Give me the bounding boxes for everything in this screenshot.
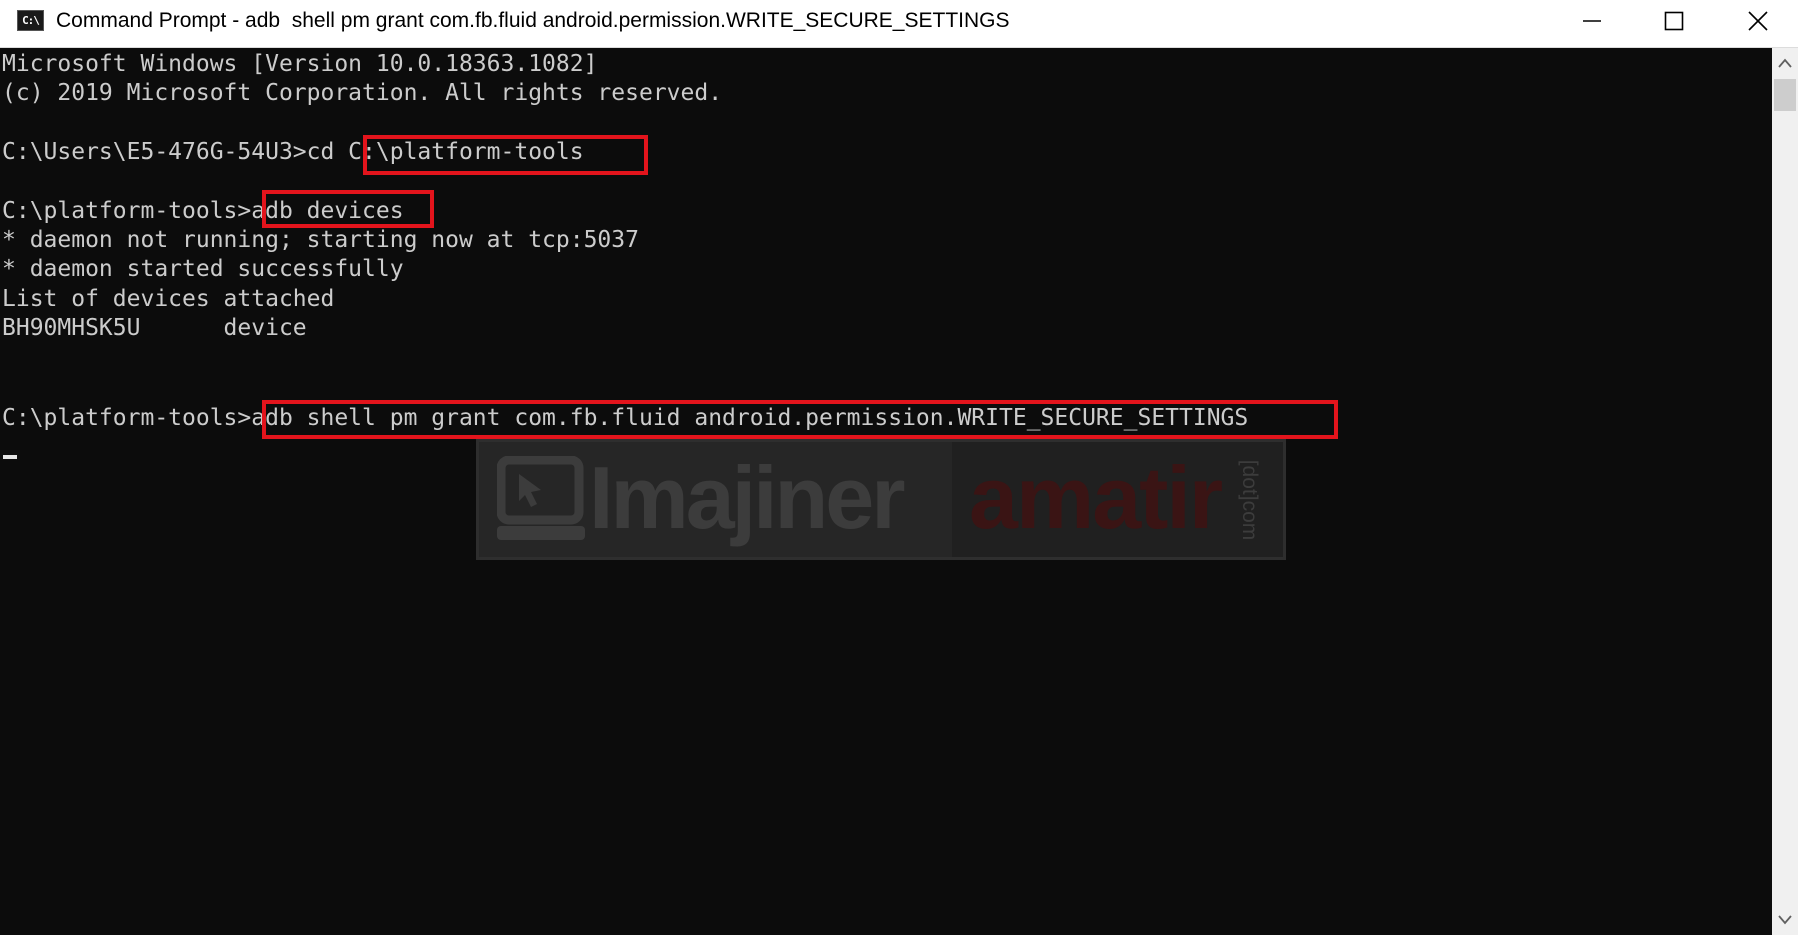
console-line: * daemon not running; starting now at tc… [2, 227, 639, 253]
watermark-suffix: [dot]com [1238, 459, 1261, 541]
scroll-down-button[interactable] [1772, 905, 1798, 935]
highlight-box-adb-devices [262, 190, 434, 228]
console-line: * daemon started successfully [2, 256, 404, 282]
console-line: Microsoft Windows [Version 10.0.18363.10… [2, 51, 598, 77]
watermark-word-amatir: amatir [969, 448, 1223, 547]
watermark: Imajiner amatir [dot]com [476, 439, 1286, 560]
vertical-scrollbar[interactable] [1772, 48, 1798, 935]
monitor-cursor-icon [497, 456, 585, 540]
console-line: BH90MHSK5U device [2, 315, 307, 341]
text-cursor [3, 455, 17, 459]
cmd-icon[interactable]: C:\ [17, 10, 44, 31]
watermark-word-imajiner: Imajiner [589, 448, 905, 547]
window-title: Command Prompt - adb shell pm grant com.… [56, 9, 1010, 32]
title-bar[interactable]: C:\ Command Prompt - adb shell pm grant … [0, 0, 1798, 48]
minimize-icon [1583, 20, 1601, 22]
maximize-icon [1664, 11, 1684, 31]
highlight-box-cd-path [363, 135, 648, 175]
minimize-button[interactable] [1550, 0, 1634, 42]
scroll-up-button[interactable] [1772, 48, 1798, 78]
scroll-thumb[interactable] [1774, 79, 1796, 111]
close-button[interactable] [1716, 0, 1798, 42]
scroll-down-arrow-icon [1778, 915, 1792, 925]
maximize-button[interactable] [1632, 0, 1716, 42]
highlight-box-adb-grant [262, 400, 1338, 439]
scroll-up-arrow-icon [1778, 58, 1792, 68]
close-icon [1748, 11, 1768, 31]
console-line: (c) 2019 Microsoft Corporation. All righ… [2, 80, 723, 106]
console-line: List of devices attached [2, 286, 335, 312]
